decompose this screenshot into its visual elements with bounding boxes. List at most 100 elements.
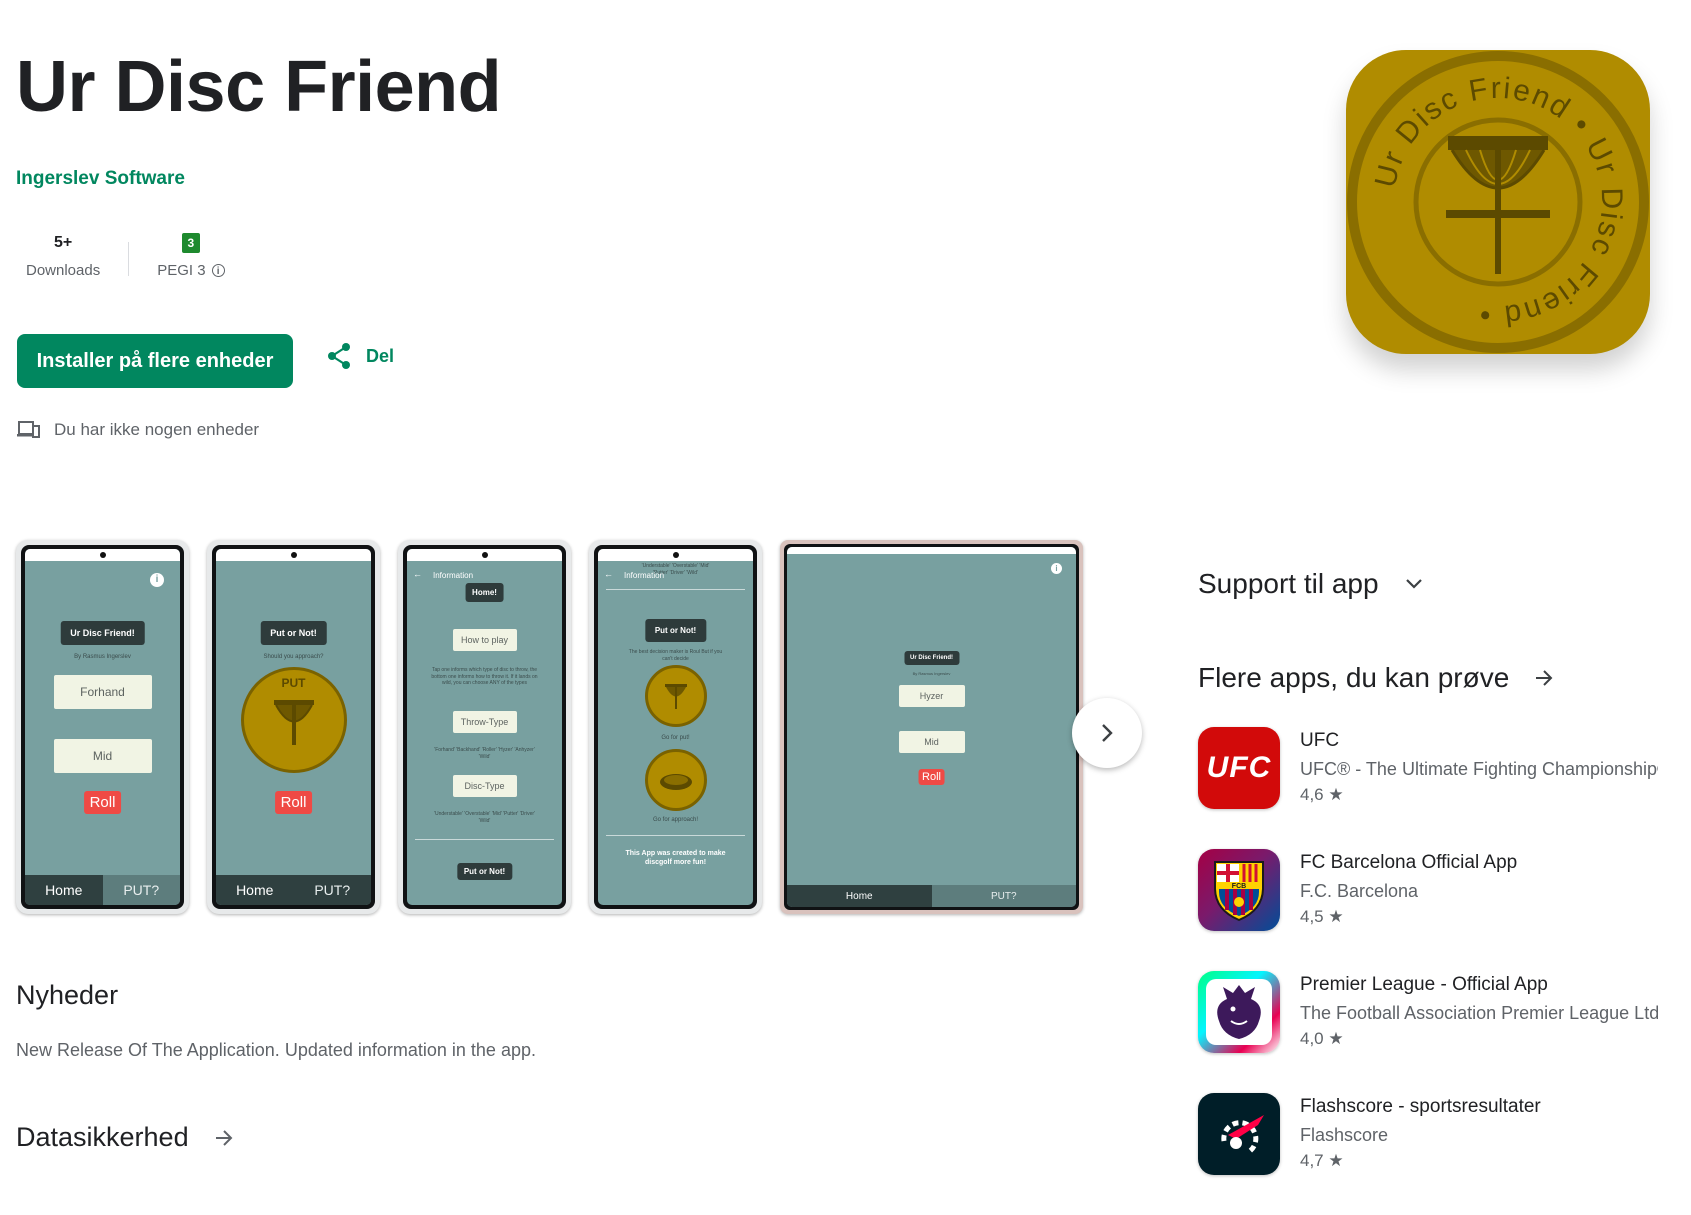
arrow-right-icon xyxy=(215,1129,233,1146)
downloads-stat: 5+ Downloads xyxy=(16,232,110,279)
svg-text:FCB: FCB xyxy=(1232,883,1246,890)
screen-subtitle: Should you approach? xyxy=(263,654,324,660)
roll-button: Roll xyxy=(918,769,945,785)
screen-caption-1: Go for put! xyxy=(661,735,690,741)
screen-subtitle: The best decision maker is Roul But if y… xyxy=(628,649,723,662)
screen-top-text: 'Understable' 'Overstable' 'Mid' 'Putter… xyxy=(641,563,710,576)
pegi-stat[interactable]: 3 PEGI 3 i xyxy=(147,232,234,279)
devices-icon xyxy=(17,421,40,438)
screen-home-button: Home! xyxy=(465,583,504,602)
roll-button: Roll xyxy=(274,791,313,814)
screen-tab-put: PUT? xyxy=(931,885,1076,907)
screen-subtitle: By Rasmus Ingerslev xyxy=(912,671,951,676)
arrow-right-icon xyxy=(1536,670,1553,686)
app-developer: UFC® - The Ultimate Fighting Championshi… xyxy=(1300,759,1658,779)
install-button[interactable]: Installer på flere enheder xyxy=(17,334,293,388)
screen-tab-home: Home xyxy=(25,875,103,905)
disc-golf-basket-icon: Ur Disc Friend • Ur Disc Friend • xyxy=(1347,51,1649,353)
screen-header: Ur Disc Friend! xyxy=(903,651,960,665)
app-name: UFC xyxy=(1300,730,1340,751)
screen-header: Ur Disc Friend! xyxy=(60,621,145,645)
list-item[interactable]: UFC UFC UFC® - The Ultimate Fighting Cha… xyxy=(1198,727,1658,849)
put-coin-icon: PUT xyxy=(240,667,347,773)
app-name: Premier League - Official App xyxy=(1300,974,1548,995)
app-rating: 4,6 ★ xyxy=(1300,785,1344,804)
screen-info-1: Tap one informs which type of disc to th… xyxy=(431,667,538,686)
pegi-label: PEGI 3 xyxy=(157,262,206,279)
screen-option-1: Forhand xyxy=(53,675,152,709)
app-rating: 4,5 ★ xyxy=(1300,907,1344,926)
screen-caption-2: Go for approach! xyxy=(652,817,699,823)
screenshot-1[interactable]: i Ur Disc Friend! By Rasmus Ingerslev Fo… xyxy=(16,540,189,914)
more-apps-heading: Flere apps, du kan prøve xyxy=(1198,662,1510,693)
app-developer: The Football Association Premier League … xyxy=(1300,1003,1658,1023)
data-safety-link[interactable]: Datasikkerhed xyxy=(16,1122,235,1153)
screen-tab-put: PUT? xyxy=(102,875,180,905)
carousel-next-button[interactable] xyxy=(1072,698,1142,768)
screen-tab-home: Home xyxy=(216,875,294,905)
list-item[interactable]: FCB FC Barcelona Official App F.C. Barce… xyxy=(1198,849,1658,971)
list-item[interactable]: Premier League - Official App The Footba… xyxy=(1198,971,1658,1093)
screen-option-3: Disc-Type xyxy=(452,775,517,797)
screenshot-carousel: i Ur Disc Friend! By Rasmus Ingerslev Fo… xyxy=(16,540,1083,914)
more-apps-link[interactable]: Flere apps, du kan prøve xyxy=(1198,662,1555,694)
approach-coin-icon xyxy=(644,749,707,811)
screen-header: Put or Not! xyxy=(260,621,327,645)
screen-option-2: Mid xyxy=(53,739,152,773)
app-name: Flashscore - sportsresultater xyxy=(1300,1096,1541,1117)
app-developer: Flashscore xyxy=(1300,1125,1389,1145)
app-icon: Ur Disc Friend • Ur Disc Friend • xyxy=(1346,50,1650,354)
app-developer: F.C. Barcelona xyxy=(1300,881,1419,901)
devices-note-text: Du har ikke nogen enheder xyxy=(54,420,260,439)
screen-nav-title: Information xyxy=(433,571,474,580)
screen-option-2: Mid xyxy=(898,731,965,753)
info-icon: i xyxy=(1051,563,1062,574)
screenshot-2[interactable]: Put or Not! Should you approach? PUT Rol… xyxy=(207,540,380,914)
news-heading: Nyheder xyxy=(16,980,119,1010)
screenshot-3[interactable]: ← Information Home! How to play Tap one … xyxy=(398,540,571,914)
screen-tab-put: PUT? xyxy=(293,875,371,905)
chevron-right-icon xyxy=(1102,724,1113,742)
info-icon[interactable]: i xyxy=(211,264,225,277)
screen-info-2: 'Forhand' 'Backhand' 'Roller' 'Hyzer' 'A… xyxy=(434,747,535,760)
more-apps-list: UFC UFC UFC® - The Ultimate Fighting Cha… xyxy=(1198,727,1658,1215)
app-stats: 5+ Downloads 3 PEGI 3 i xyxy=(16,232,235,279)
back-arrow-icon: ← xyxy=(413,569,422,579)
share-icon xyxy=(328,343,350,369)
screen-header: Put or Not! xyxy=(644,619,707,642)
share-button[interactable]: Del xyxy=(326,342,394,370)
screen-footer: This App was created to make discgolf mo… xyxy=(625,850,726,867)
app-title: Ur Disc Friend xyxy=(16,47,502,127)
screen-bottom-button: Put or Not! xyxy=(456,863,513,880)
premier-league-lion-icon xyxy=(1198,971,1280,1053)
screen-subtitle: By Rasmus Ingerslev xyxy=(74,654,131,660)
screen-option-2: Throw-Type xyxy=(452,711,517,733)
support-section-toggle[interactable]: Support til app xyxy=(1198,568,1425,600)
roll-button: Roll xyxy=(83,791,122,814)
flashscore-logo-icon xyxy=(1198,1093,1280,1175)
downloads-value: 5+ xyxy=(53,234,73,251)
pegi-badge-icon: 3 xyxy=(181,233,200,253)
chevron-down-icon xyxy=(1405,579,1422,589)
screen-info-3: 'Understable' 'Overstable' 'Mid' 'Putter… xyxy=(434,811,535,824)
data-safety-heading: Datasikkerhed xyxy=(16,1122,189,1152)
app-rating: 4,7 ★ xyxy=(1300,1151,1344,1170)
screen-option-1: How to play xyxy=(452,629,517,651)
info-icon: i xyxy=(150,573,164,587)
downloads-label: Downloads xyxy=(26,262,101,279)
devices-note: Du har ikke nogen enheder xyxy=(16,420,259,440)
app-rating: 4,0 ★ xyxy=(1300,1029,1344,1048)
app-name: FC Barcelona Official App xyxy=(1300,852,1518,873)
news-text: New Release Of The Application. Updated … xyxy=(16,1040,536,1060)
fcb-crest-icon: FCB xyxy=(1198,849,1280,931)
support-heading: Support til app xyxy=(1198,568,1379,599)
developer-link[interactable]: Ingerslev Software xyxy=(16,168,185,190)
screen-option-1: Hyzer xyxy=(898,685,965,707)
screenshot-5[interactable]: i Ur Disc Friend! By Rasmus Ingerslev Hy… xyxy=(780,540,1083,914)
back-arrow-icon: ← xyxy=(604,569,613,579)
screenshot-4[interactable]: 'Understable' 'Overstable' 'Mid' 'Putter… xyxy=(589,540,762,914)
put-coin-icon xyxy=(644,665,707,727)
screen-tab-home: Home xyxy=(787,885,932,907)
list-item[interactable]: Flashscore - sportsresultater Flashscore… xyxy=(1198,1093,1658,1215)
stat-divider xyxy=(128,242,130,276)
